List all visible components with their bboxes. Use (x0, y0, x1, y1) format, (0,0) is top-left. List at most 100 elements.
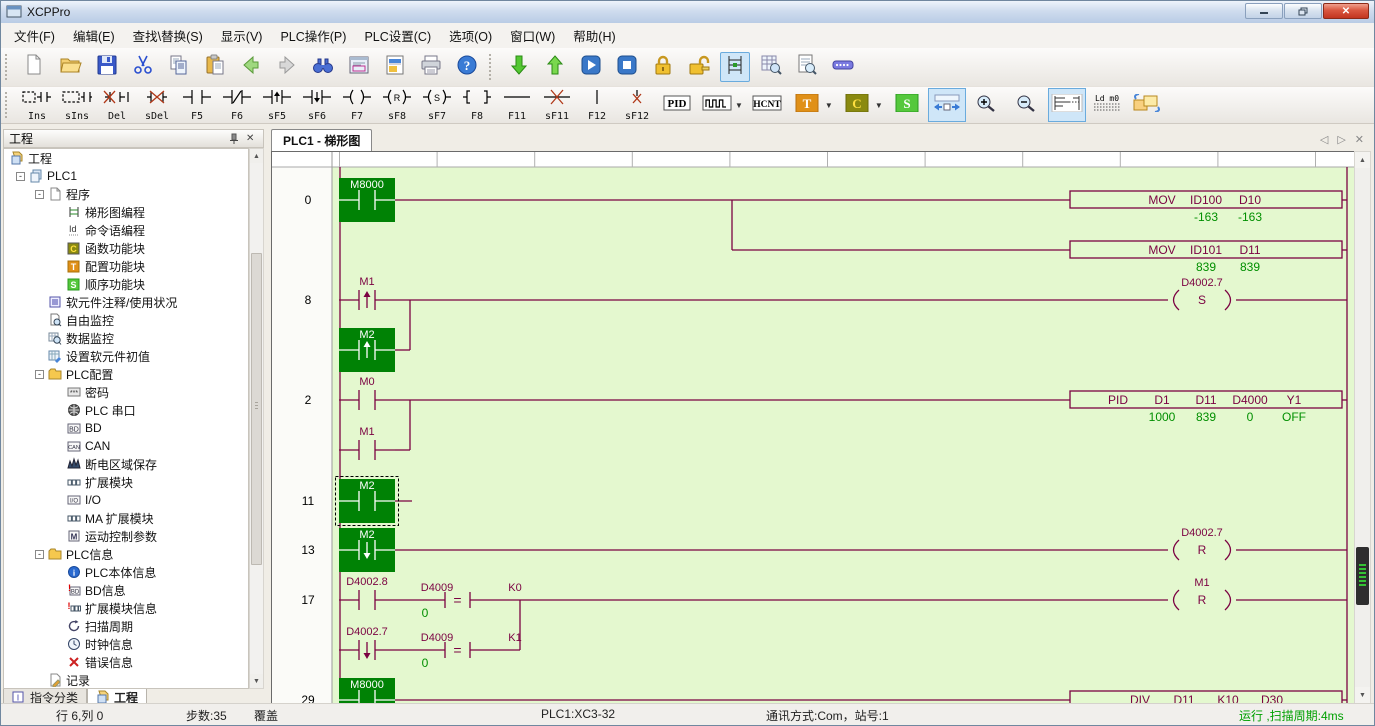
unlock-button[interactable] (684, 52, 714, 82)
tree-expander-icon[interactable]: - (35, 370, 44, 379)
copy-button[interactable] (164, 52, 194, 82)
chevron-down-icon[interactable]: ▼ (825, 101, 833, 110)
ladder-canvas[interactable]: 08211131729MOVID100D10-163-163MOVID101D1… (272, 152, 1355, 705)
minimize-button[interactable] (1245, 3, 1283, 19)
tree-item[interactable]: T配置功能块 (4, 257, 248, 275)
undo-button[interactable] (236, 52, 266, 82)
tree-expander-icon[interactable]: - (16, 172, 25, 181)
tree-item[interactable]: -PLC1 (4, 167, 248, 185)
tree-item[interactable]: C函数功能块 (4, 239, 248, 257)
falling-contact-button[interactable]: sF6 (298, 88, 336, 122)
menu-help[interactable]: 帮助(H) (564, 22, 624, 49)
tree-item[interactable]: 记录 (4, 671, 248, 689)
tab-next-icon[interactable]: ▷ (1337, 133, 1345, 146)
tree-item[interactable]: iPLC本体信息 (4, 563, 248, 581)
contact-M2[interactable]: M2 (339, 528, 395, 572)
redo-button[interactable] (272, 52, 302, 82)
tree-item[interactable]: 软元件注释/使用状况 (4, 293, 248, 311)
ladder-convert-button[interactable] (1128, 88, 1166, 122)
tree-item[interactable]: 扫描周期 (4, 617, 248, 635)
tree-item[interactable]: 梯形图编程 (4, 203, 248, 221)
upload-button[interactable] (540, 52, 570, 82)
tree-item[interactable]: ***密码 (4, 383, 248, 401)
tree-item[interactable]: BD!BD信息 (4, 581, 248, 599)
window-expand-button[interactable] (928, 88, 966, 122)
open-button[interactable] (56, 52, 86, 82)
new-button[interactable] (20, 52, 50, 82)
function-block-button[interactable]: F8 (458, 88, 496, 122)
tree-expander-icon[interactable]: - (35, 190, 44, 199)
paste-button[interactable] (200, 52, 230, 82)
toolbar-grip[interactable] (489, 54, 497, 80)
contact-M8000[interactable]: M8000 (339, 178, 395, 222)
document-tab[interactable]: PLC1 - 梯形图 (271, 129, 372, 151)
tree-item[interactable]: MA 扩展模块 (4, 509, 248, 527)
tree-item[interactable]: 设置软元件初值 (4, 347, 248, 365)
panel-close-icon[interactable]: ✕ (246, 133, 258, 145)
closed-contact-button[interactable]: F6 (218, 88, 256, 122)
ladder-view-button[interactable] (1048, 88, 1086, 122)
vline-button[interactable]: F12 (578, 88, 616, 122)
close-button[interactable]: ✕ (1323, 3, 1369, 19)
tree-item[interactable]: 自由监控 (4, 311, 248, 329)
pulse-button[interactable]: ▼ (698, 88, 746, 122)
sdel-button[interactable]: sDel (138, 88, 176, 122)
toolbar-grip[interactable] (5, 54, 13, 80)
tree-item[interactable]: -PLC配置 (4, 365, 248, 383)
find-button[interactable] (308, 52, 338, 82)
tree-item[interactable]: CANCAN (4, 437, 248, 455)
out-coil-button[interactable]: F7 (338, 88, 376, 122)
scrollbar-thumb[interactable] (1356, 547, 1369, 605)
reset-coil-button[interactable]: RsF8 (378, 88, 416, 122)
counter-button[interactable]: C▼ (838, 88, 886, 122)
print-button[interactable] (416, 52, 446, 82)
zoom-in-button[interactable] (968, 88, 1006, 122)
tree-item[interactable]: 断电区域保存 (4, 455, 248, 473)
progcheck-button[interactable] (792, 52, 822, 82)
sins-button[interactable]: sIns (58, 88, 96, 122)
chevron-down-icon[interactable]: ▼ (735, 101, 743, 110)
scrollbar-thumb[interactable] (251, 253, 262, 565)
hcnt-button[interactable]: HCNT (748, 88, 786, 122)
chevron-down-icon[interactable]: ▼ (875, 101, 883, 110)
tree-item[interactable]: Id命令语编程 (4, 221, 248, 239)
del-hline-button[interactable]: sF11 (538, 88, 576, 122)
help-button[interactable]: ? (452, 52, 482, 82)
tree-item[interactable]: I/OI/O (4, 491, 248, 509)
hline-button[interactable]: F11 (498, 88, 536, 122)
stop-button[interactable] (612, 52, 642, 82)
rising-contact-button[interactable]: sF5 (258, 88, 296, 122)
tree-item[interactable]: -PLC信息 (4, 545, 248, 563)
tree-item[interactable]: -程序 (4, 185, 248, 203)
pid-button[interactable]: PID (658, 88, 696, 122)
run-button[interactable] (576, 52, 606, 82)
project-tree-scrollbar[interactable]: ▲ ▼ (249, 148, 264, 689)
tab-prev-icon[interactable]: ◁ (1320, 133, 1328, 146)
scroll-up-icon[interactable]: ▲ (1355, 152, 1370, 168)
tree-expander-icon[interactable]: - (35, 550, 44, 559)
open-contact-button[interactable]: F5 (178, 88, 216, 122)
save-button[interactable] (92, 52, 122, 82)
sfc-button[interactable]: S (888, 88, 926, 122)
contact-M2[interactable]: M2 (336, 477, 399, 526)
instruction-list-button[interactable]: Ld m0 (1088, 88, 1126, 122)
tree-item[interactable]: 工程 (4, 149, 248, 167)
menu-plc-config[interactable]: PLC设置(C) (355, 22, 440, 49)
com-button[interactable] (828, 52, 858, 82)
ins-button[interactable]: Ins (18, 88, 56, 122)
tree-item[interactable]: 数据监控 (4, 329, 248, 347)
tree-item[interactable]: S顺序功能块 (4, 275, 248, 293)
menu-plc-operate[interactable]: PLC操作(P) (271, 22, 355, 49)
scroll-up-icon[interactable]: ▲ (250, 149, 263, 163)
lock-button[interactable] (648, 52, 678, 82)
restore-button[interactable] (1284, 3, 1322, 19)
menu-view[interactable]: 显示(V) (212, 22, 272, 49)
cut-button[interactable] (128, 52, 158, 82)
menu-edit[interactable]: 编辑(E) (64, 22, 124, 49)
tree-item[interactable]: 时钟信息 (4, 635, 248, 653)
tree-item[interactable]: 扩展模块 (4, 473, 248, 491)
tree-item[interactable]: M运动控制参数 (4, 527, 248, 545)
menu-search-replace[interactable]: 查找\替换(S) (124, 22, 212, 49)
tree-item[interactable]: 错误信息 (4, 653, 248, 671)
timer-button[interactable]: T▼ (788, 88, 836, 122)
